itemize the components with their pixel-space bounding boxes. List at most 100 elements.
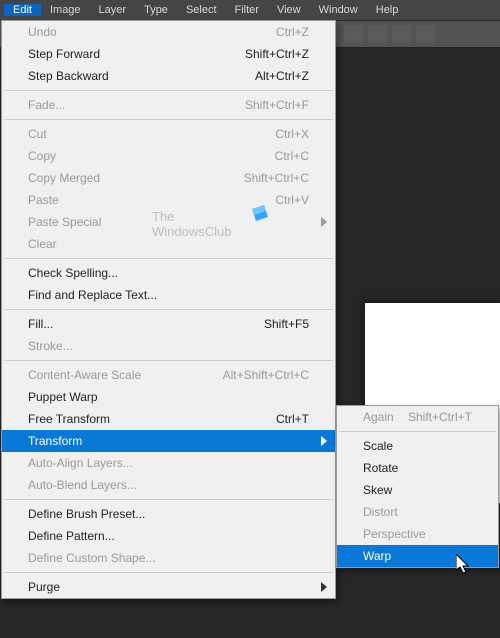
menu-item-shortcut: Ctrl+T [276,412,309,426]
menu-separator [4,499,333,500]
menu-item-label: Fade... [28,98,245,112]
menu-item-shortcut: Shift+F5 [264,317,309,331]
menu-item-label: Cut [28,127,275,141]
menu-item-label: Rotate [363,461,472,475]
edit-menu-item-define-brush-preset[interactable]: Define Brush Preset... [2,503,335,525]
menu-item-shortcut: Shift+Ctrl+C [244,171,309,185]
menu-item-label: Fill... [28,317,264,331]
edit-menu-item-find-and-replace-text[interactable]: Find and Replace Text... [2,284,335,306]
edit-menu-item-copy: CopyCtrl+C [2,145,335,167]
menu-separator [4,119,333,120]
transform-submenu-item-warp[interactable]: Warp [337,545,498,567]
menubar-item-filter[interactable]: Filter [226,4,268,16]
edit-menu-item-purge[interactable]: Purge [2,576,335,598]
menu-item-label: Auto-Blend Layers... [28,478,309,492]
menu-item-label: Puppet Warp [28,390,309,404]
menu-item-label: Step Backward [28,69,255,83]
edit-menu-item-auto-align-layers: Auto-Align Layers... [2,452,335,474]
menu-separator [339,431,496,432]
menubar: EditImageLayerTypeSelectFilterViewWindow… [0,0,500,20]
toolbar-icon [344,25,362,43]
menu-item-label: Warp [363,549,472,563]
transform-submenu-item-perspective: Perspective [337,523,498,545]
menu-item-label: Copy Merged [28,171,244,185]
edit-menu-item-puppet-warp[interactable]: Puppet Warp [2,386,335,408]
edit-menu-item-transform[interactable]: Transform [2,430,335,452]
menu-item-label: Define Custom Shape... [28,551,309,565]
edit-menu-item-auto-blend-layers: Auto-Blend Layers... [2,474,335,496]
menu-item-shortcut: Shift+Ctrl+Z [245,47,309,61]
menu-item-label: Clear [28,237,309,251]
menu-item-shortcut: Alt+Ctrl+Z [255,69,309,83]
menubar-item-edit[interactable]: Edit [4,4,41,16]
menu-item-label: Transform [28,434,309,448]
edit-menu-item-define-pattern[interactable]: Define Pattern... [2,525,335,547]
edit-menu-dropdown: UndoCtrl+ZStep ForwardShift+Ctrl+ZStep B… [1,20,336,599]
menu-item-label: Paste [28,193,275,207]
menu-separator [4,360,333,361]
menu-item-label: Scale [363,439,472,453]
menu-item-label: Stroke... [28,339,309,353]
edit-menu-item-content-aware-scale: Content-Aware ScaleAlt+Shift+Ctrl+C [2,364,335,386]
menu-item-label: Auto-Align Layers... [28,456,309,470]
edit-menu-item-stroke: Stroke... [2,335,335,357]
menu-item-shortcut: Shift+Ctrl+F [245,98,309,112]
edit-menu-item-paste: PasteCtrl+V [2,189,335,211]
menu-item-label: Find and Replace Text... [28,288,309,302]
edit-menu-item-fill[interactable]: Fill...Shift+F5 [2,313,335,335]
menu-item-label: Distort [363,505,472,519]
menu-item-shortcut: Ctrl+Z [276,25,309,39]
menu-item-label: Free Transform [28,412,276,426]
menu-item-shortcut: Shift+Ctrl+T [408,410,472,424]
menu-item-label: Undo [28,25,276,39]
transform-submenu-item-again: AgainShift+Ctrl+T [337,406,498,428]
toolbar-icon [416,25,434,43]
transform-submenu-item-distort: Distort [337,501,498,523]
menubar-item-window[interactable]: Window [310,4,367,16]
menubar-item-select[interactable]: Select [177,4,226,16]
menu-item-label: Define Pattern... [28,529,309,543]
edit-menu-item-cut: CutCtrl+X [2,123,335,145]
edit-menu-item-step-backward[interactable]: Step BackwardAlt+Ctrl+Z [2,65,335,87]
menu-item-label: Paste Special [28,215,309,229]
edit-menu-item-step-forward[interactable]: Step ForwardShift+Ctrl+Z [2,43,335,65]
menu-separator [4,90,333,91]
menu-item-shortcut: Ctrl+C [275,149,309,163]
menubar-item-layer[interactable]: Layer [90,4,136,16]
edit-menu-item-clear: Clear [2,233,335,255]
menu-item-label: Content-Aware Scale [28,368,223,382]
menubar-item-type[interactable]: Type [135,4,177,16]
toolbar-icon [368,25,386,43]
transform-submenu-item-skew[interactable]: Skew [337,479,498,501]
transform-submenu-dropdown: AgainShift+Ctrl+T Scale Rotate Skew Distort P… [336,405,499,568]
menu-separator [4,572,333,573]
edit-menu-item-free-transform[interactable]: Free TransformCtrl+T [2,408,335,430]
edit-menu-item-define-custom-shape: Define Custom Shape... [2,547,335,569]
menu-item-shortcut: Alt+Shift+Ctrl+C [223,368,309,382]
menu-item-shortcut: Ctrl+V [275,193,309,207]
menu-item-shortcut: Ctrl+X [275,127,309,141]
edit-menu-item-paste-special: Paste Special [2,211,335,233]
edit-menu-item-fade: Fade...Shift+Ctrl+F [2,94,335,116]
menu-item-label: Copy [28,149,275,163]
menu-item-label: Check Spelling... [28,266,309,280]
menubar-item-help[interactable]: Help [367,4,408,16]
toolbar-icon [392,25,410,43]
menu-separator [4,258,333,259]
menu-item-label: Purge [28,580,309,594]
edit-menu-item-copy-merged: Copy MergedShift+Ctrl+C [2,167,335,189]
menu-item-label: Again [363,410,408,424]
edit-menu-item-undo: UndoCtrl+Z [2,21,335,43]
submenu-arrow-icon [321,436,327,446]
submenu-arrow-icon [321,217,327,227]
menu-item-label: Step Forward [28,47,245,61]
edit-menu-item-check-spelling[interactable]: Check Spelling... [2,262,335,284]
menu-item-label: Perspective [363,527,472,541]
menu-item-label: Skew [363,483,472,497]
menu-separator [4,309,333,310]
submenu-arrow-icon [321,582,327,592]
menubar-item-image[interactable]: Image [41,4,90,16]
transform-submenu-item-rotate[interactable]: Rotate [337,457,498,479]
transform-submenu-item-scale[interactable]: Scale [337,435,498,457]
menubar-item-view[interactable]: View [268,4,310,16]
